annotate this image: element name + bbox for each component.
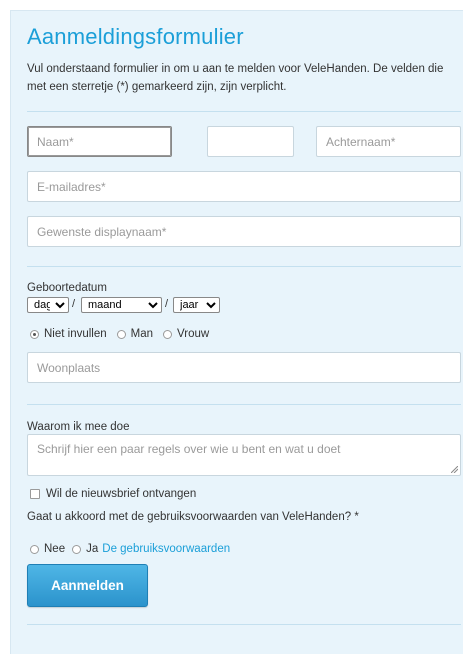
gender-radio-woman[interactable] bbox=[163, 329, 173, 339]
terms-radio-yes[interactable] bbox=[72, 544, 82, 554]
gender-radio-none[interactable] bbox=[30, 329, 39, 339]
day-select[interactable]: dag bbox=[27, 297, 69, 313]
form-intro: Vul onderstaand formulier in om u aan te… bbox=[27, 63, 444, 93]
city-input[interactable] bbox=[27, 352, 461, 383]
first-name-input[interactable] bbox=[27, 126, 172, 157]
divider bbox=[27, 404, 461, 405]
gender-label-man: Man bbox=[130, 328, 154, 340]
divider bbox=[27, 266, 461, 267]
terms-radio-no[interactable] bbox=[30, 544, 39, 554]
month-select[interactable]: maand bbox=[81, 297, 162, 313]
terms-label-yes: Ja bbox=[86, 543, 99, 555]
form-title: Aanmeldingsformulier bbox=[27, 24, 244, 49]
newsletter-checkbox[interactable] bbox=[30, 489, 40, 499]
displayname-input[interactable] bbox=[27, 216, 461, 247]
resize-grip-icon[interactable] bbox=[451, 466, 458, 473]
gender-radio-group: Niet invullen Man Vrouw bbox=[30, 328, 219, 340]
gender-label-woman: Vrouw bbox=[177, 328, 210, 340]
gender-radio-man[interactable] bbox=[116, 329, 126, 339]
date-separator: / bbox=[72, 298, 76, 310]
registration-panel: Aanmeldingsformulier Vul onderstaand for… bbox=[10, 10, 463, 654]
terms-question: Gaat u akkoord met de gebruiksvoorwaarde… bbox=[27, 511, 359, 523]
why-textarea[interactable] bbox=[27, 434, 461, 476]
divider bbox=[27, 624, 461, 625]
newsletter-label: Wil de nieuwsbrief ontvangen bbox=[46, 488, 197, 500]
year-select[interactable]: jaar bbox=[173, 297, 220, 313]
terms-radio-group: Nee Ja De gebruiksvoorwaarden bbox=[30, 543, 230, 555]
middle-name-input[interactable] bbox=[207, 126, 294, 157]
terms-label-no: Nee bbox=[44, 543, 66, 555]
terms-link[interactable]: De gebruiksvoorwaarden bbox=[102, 543, 230, 555]
divider bbox=[27, 111, 461, 112]
birthdate-label: Geboortedatum bbox=[27, 282, 107, 294]
why-label: Waarom ik mee doe bbox=[27, 421, 130, 433]
email-input[interactable] bbox=[27, 171, 461, 202]
newsletter-row: Wil de nieuwsbrief ontvangen bbox=[30, 488, 196, 500]
date-separator: / bbox=[165, 298, 169, 310]
last-name-input[interactable] bbox=[316, 126, 461, 157]
why-textarea-wrap bbox=[27, 434, 461, 476]
submit-button[interactable]: Aanmelden bbox=[27, 564, 148, 607]
gender-label-none: Niet invullen bbox=[44, 328, 107, 340]
